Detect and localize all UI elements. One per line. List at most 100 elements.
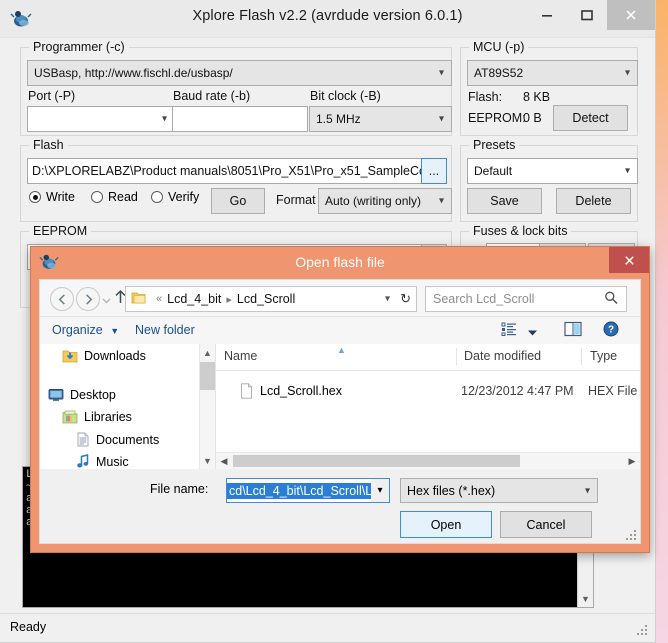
navigation-tree[interactable]: Downloads Desktop Libraries Documents Mu… (40, 344, 216, 469)
file-type-cell: HEX File (588, 384, 638, 398)
chevron-down-icon: ▾ (624, 67, 630, 79)
radio-dot-icon (151, 191, 163, 203)
cancel-button-label: Cancel (526, 517, 566, 532)
programmer-select[interactable]: USBasp, http://www.fischl.de/usbasp/ ▾ (27, 60, 452, 86)
preset-save-label: Save (490, 194, 519, 208)
view-list-button[interactable] (501, 321, 517, 340)
scroll-up-icon[interactable]: ▲ (200, 344, 215, 361)
history-dropdown-button[interactable] (102, 293, 111, 307)
presets-group-label: Presets (469, 138, 520, 152)
refresh-icon[interactable]: ↻ (400, 291, 411, 307)
baud-input[interactable] (172, 106, 308, 132)
tree-item-music[interactable]: Music (76, 454, 129, 469)
breadcrumb-lcd-4-bit[interactable]: Lcd_4_bit (167, 292, 221, 306)
scroll-thumb[interactable] (200, 362, 215, 390)
close-icon (626, 10, 636, 20)
programmer-group: Programmer (-c) USBasp, http://www.fisch… (20, 40, 452, 136)
open-button-label: Open (430, 517, 462, 532)
file-name-dropdown-button[interactable]: ▾ (371, 478, 390, 503)
search-input[interactable]: Search Lcd_Scroll (425, 286, 627, 312)
chevron-down-icon: ▾ (161, 113, 167, 125)
back-button[interactable] (50, 287, 74, 311)
scroll-down-icon[interactable]: ▼ (200, 452, 215, 469)
column-header-name[interactable]: Name (224, 349, 257, 363)
column-header-type[interactable]: Type (590, 349, 617, 363)
status-text: Ready (10, 620, 47, 634)
file-name-input-value: cd\Lcd_4_bit\Lcd_Scroll\Lcd_Scroll (227, 482, 372, 499)
file-type-filter-select[interactable]: Hex files (*.hex) ▾ (400, 478, 598, 503)
format-select[interactable]: Auto (writing only) ▾ (318, 188, 452, 214)
forward-arrow-icon (85, 293, 92, 305)
file-name-cell: Lcd_Scroll.hex (240, 383, 342, 399)
flash-mode-write-radio[interactable]: Write (29, 190, 75, 204)
flash-go-label: Go (229, 194, 247, 208)
flash-mode-read-radio[interactable]: Read (91, 190, 138, 204)
tree-item-downloads[interactable]: Downloads (62, 349, 146, 363)
tree-item-documents[interactable]: Documents (76, 432, 159, 447)
file-list-horizontal-scrollbar[interactable]: ◀ ▶ (216, 452, 640, 469)
search-icon (604, 291, 618, 308)
column-divider[interactable] (456, 348, 457, 365)
file-name-label: File name: (150, 482, 209, 496)
navigation-bar: « Lcd_4_bit ▸ Lcd_Scroll ▾ ↻ Search Lcd_… (40, 280, 640, 317)
mcu-select[interactable]: AT89S52 ▾ (467, 60, 638, 86)
breadcrumb-ellipsis[interactable]: « (156, 293, 162, 305)
open-flash-file-dialog: Open flash file « Lcd_4_bit ▸ Lcd_Scroll… (30, 246, 650, 553)
flash-mode-verify-radio[interactable]: Verify (151, 190, 199, 204)
mcu-group: MCU (-p) AT89S52 ▾ Flash: 8 KB EEPROM: 0… (460, 40, 638, 136)
dialog-title: Open flash file (295, 254, 385, 270)
format-select-value: Auto (writing only) (325, 194, 422, 208)
chevron-down-icon: ▼ (110, 326, 120, 336)
address-bar[interactable]: « Lcd_4_bit ▸ Lcd_Scroll ▾ ↻ (125, 286, 417, 312)
scroll-thumb[interactable] (233, 455, 520, 467)
flash-browse-label: ... (428, 164, 440, 178)
scroll-down-icon[interactable]: ▼ (578, 590, 593, 607)
chevron-down-icon: ▾ (438, 195, 444, 207)
breadcrumb-lcd-scroll[interactable]: Lcd_Scroll (237, 292, 295, 306)
port-select[interactable]: ▾ (27, 106, 175, 132)
flash-path-input[interactable]: D:\XPLORELABZ\Product manuals\8051\Pro_X… (27, 158, 423, 184)
search-placeholder: Search Lcd_Scroll (433, 292, 535, 306)
scroll-left-icon[interactable]: ◀ (216, 453, 232, 469)
help-button[interactable]: ? (603, 321, 619, 340)
close-button[interactable] (607, 0, 655, 30)
documents-icon (76, 432, 90, 447)
maximize-button[interactable] (567, 0, 607, 30)
flash-group-label: Flash (29, 138, 68, 152)
tree-scrollbar[interactable]: ▲ ▼ (199, 344, 215, 469)
tree-item-desktop[interactable]: Desktop (48, 388, 116, 402)
tree-item-libraries[interactable]: Libraries (62, 410, 132, 424)
flash-go-button[interactable]: Go (211, 188, 265, 214)
chevron-down-icon[interactable]: ▾ (385, 294, 390, 305)
preset-save-button[interactable]: Save (467, 188, 542, 214)
open-button[interactable]: Open (400, 511, 492, 538)
music-icon (76, 454, 90, 469)
close-icon (624, 255, 634, 265)
cancel-button[interactable]: Cancel (500, 511, 592, 538)
minimize-button[interactable] (527, 0, 567, 30)
detect-button[interactable]: Detect (553, 105, 628, 131)
view-dropdown-button[interactable] (527, 326, 538, 340)
bitclock-select[interactable]: 1.5 MHz ▾ (309, 106, 452, 132)
organize-menu-button[interactable]: Organize ▼ (52, 323, 119, 337)
column-divider[interactable] (581, 348, 582, 365)
file-date-cell: 12/23/2012 4:47 PM (461, 384, 574, 398)
new-folder-button[interactable]: New folder (135, 323, 195, 337)
resize-grip-icon[interactable] (637, 625, 649, 637)
column-header-date[interactable]: Date modified (464, 349, 541, 363)
scroll-right-icon[interactable]: ▶ (624, 453, 640, 469)
file-name-input[interactable]: cd\Lcd_4_bit\Lcd_Scroll\Lcd_Scroll (226, 478, 373, 503)
dialog-close-button[interactable] (609, 247, 649, 273)
preset-delete-button[interactable]: Delete (556, 188, 631, 214)
bitclock-label: Bit clock (-B) (310, 89, 381, 103)
flash-size-label: Flash: (468, 90, 503, 104)
preview-pane-button[interactable] (564, 321, 582, 340)
file-row[interactable]: Lcd_Scroll.hex 12/23/2012 4:47 PM HEX Fi… (216, 378, 640, 404)
file-name-text: Lcd_Scroll.hex (260, 384, 342, 398)
dialog-resize-grip-icon[interactable] (626, 530, 636, 540)
file-list[interactable]: ▲ Name Date modified Type Lcd_Scroll.hex… (216, 344, 640, 469)
preset-select[interactable]: Default ▾ (467, 158, 638, 184)
forward-button[interactable] (76, 287, 100, 311)
file-icon (240, 383, 253, 399)
flash-browse-button[interactable]: ... (421, 158, 447, 184)
